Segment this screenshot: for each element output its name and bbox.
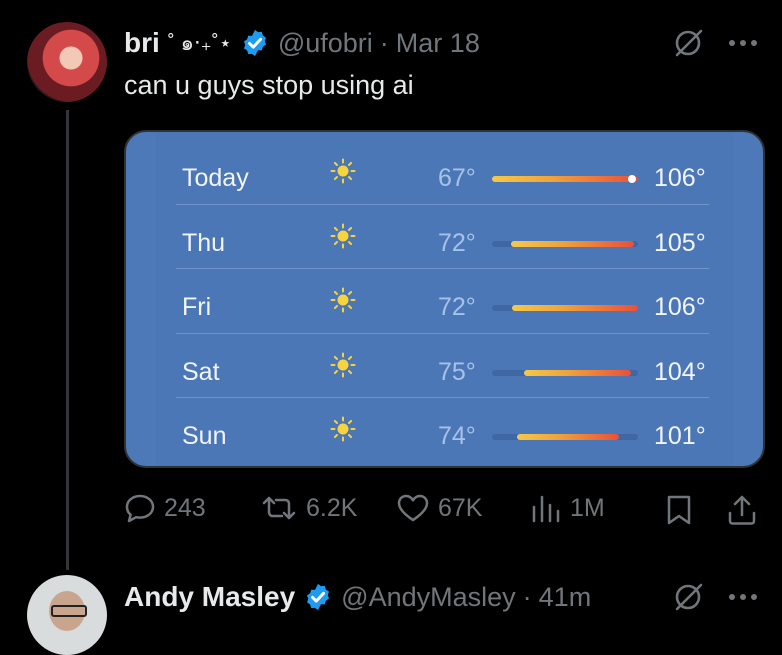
temperature-range-bar: [492, 175, 638, 183]
sunny-icon: [330, 352, 356, 383]
verified-badge-icon: [307, 583, 330, 611]
like-button[interactable]: 67K: [396, 493, 482, 523]
current-temperature-dot: [628, 175, 636, 183]
forecast-day: Today: [182, 164, 249, 192]
heart-icon: [397, 494, 429, 522]
repost-icon: [262, 496, 296, 520]
forecast-day: Thu: [182, 228, 226, 257]
temperature-range-fill: [492, 176, 638, 182]
forecast-row: Fri 72° 106°: [156, 269, 733, 333]
like-count: 67K: [438, 493, 483, 522]
temperature-range-fill: [516, 434, 619, 440]
reply-header: Andy Masley @AndyMasley · 41m: [124, 580, 591, 614]
reply-avatar[interactable]: [27, 575, 107, 655]
weather-image[interactable]: Today 67° 106° Thu 72° 105° Fri 72° 106° Sat 75° 10…: [124, 130, 765, 468]
forecast-high: 105°: [654, 228, 706, 257]
sunny-icon: [330, 223, 356, 254]
temperature-range-bar: [492, 240, 638, 247]
avatar-glasses: [51, 605, 87, 617]
forecast-low: 75°: [438, 357, 476, 386]
forecast-row: Sun 74° 101°: [156, 398, 733, 462]
grok-icon[interactable]: [672, 28, 706, 58]
forecast-high: 104°: [654, 357, 706, 386]
forecast-list: Today 67° 106° Thu 72° 105° Fri 72° 106° Sat 75° 10…: [156, 132, 733, 466]
reply-count: 243: [164, 493, 206, 522]
temperature-range-bar: [492, 434, 638, 440]
forecast-low: 74°: [438, 422, 476, 450]
analytics-icon: [532, 495, 560, 523]
views-button[interactable]: 1M: [530, 493, 605, 523]
forecast-high: 101°: [654, 422, 706, 450]
tweet-timestamp[interactable]: Mar 18: [396, 28, 480, 59]
forecast-high: 106°: [654, 164, 706, 192]
repost-button[interactable]: 6.2K: [260, 493, 357, 523]
share-button[interactable]: [726, 493, 758, 527]
forecast-row: Today 67° 106°: [156, 140, 733, 204]
author-handle[interactable]: @ufobri: [278, 28, 373, 59]
avatar[interactable]: [27, 22, 107, 102]
forecast-low: 72°: [438, 293, 476, 321]
reply-author-handle[interactable]: @AndyMasley: [341, 582, 515, 613]
temperature-range-bar: [492, 369, 638, 376]
forecast-row: Thu 72° 105°: [156, 205, 733, 269]
thread-line: [66, 110, 69, 570]
temperature-range-fill: [510, 240, 634, 247]
reply-button[interactable]: 243: [124, 493, 206, 523]
sunny-icon: [330, 287, 356, 318]
forecast-low: 67°: [438, 164, 476, 192]
more-options-icon[interactable]: [728, 39, 758, 47]
grok-icon[interactable]: [672, 582, 706, 612]
temperature-range-bar: [492, 305, 638, 311]
repost-count: 6.2K: [306, 493, 358, 522]
sunny-icon: [330, 158, 356, 189]
reply-author-name[interactable]: Andy Masley: [124, 581, 295, 613]
reply-icon: [125, 494, 155, 523]
temperature-range-fill: [512, 305, 638, 311]
forecast-row: Sat 75° 104°: [156, 334, 733, 398]
forecast-low: 72°: [438, 228, 476, 257]
bookmark-button[interactable]: [664, 493, 694, 527]
separator: ·: [379, 27, 389, 58]
forecast-high: 106°: [654, 293, 706, 321]
verified-badge-icon: [243, 29, 266, 57]
tweet-top-actions: [672, 28, 758, 58]
tweet-text: can u guys stop using ai: [124, 70, 414, 100]
author-name[interactable]: bri: [124, 27, 160, 59]
forecast-day: Sat: [182, 357, 220, 386]
sunny-icon: [330, 416, 356, 447]
temperature-range-fill: [524, 369, 631, 376]
tweet-action-bar: 243 6.2K 67K 1M: [124, 493, 764, 529]
forecast-day: Fri: [182, 293, 212, 321]
view-count: 1M: [570, 493, 605, 522]
author-name-decoration: ˚ ๑‧₊˚⋆: [167, 31, 232, 55]
reply-timestamp[interactable]: 41m: [539, 582, 592, 613]
forecast-day: Sun: [182, 422, 227, 450]
reply-top-actions: [672, 582, 758, 612]
more-options-icon[interactable]: [728, 593, 758, 601]
separator: ·: [522, 581, 532, 612]
share-icon: [728, 495, 756, 525]
tweet-header: bri ˚ ๑‧₊˚⋆ @ufobri · Mar 18: [124, 26, 480, 60]
bookmark-icon: [667, 495, 691, 525]
